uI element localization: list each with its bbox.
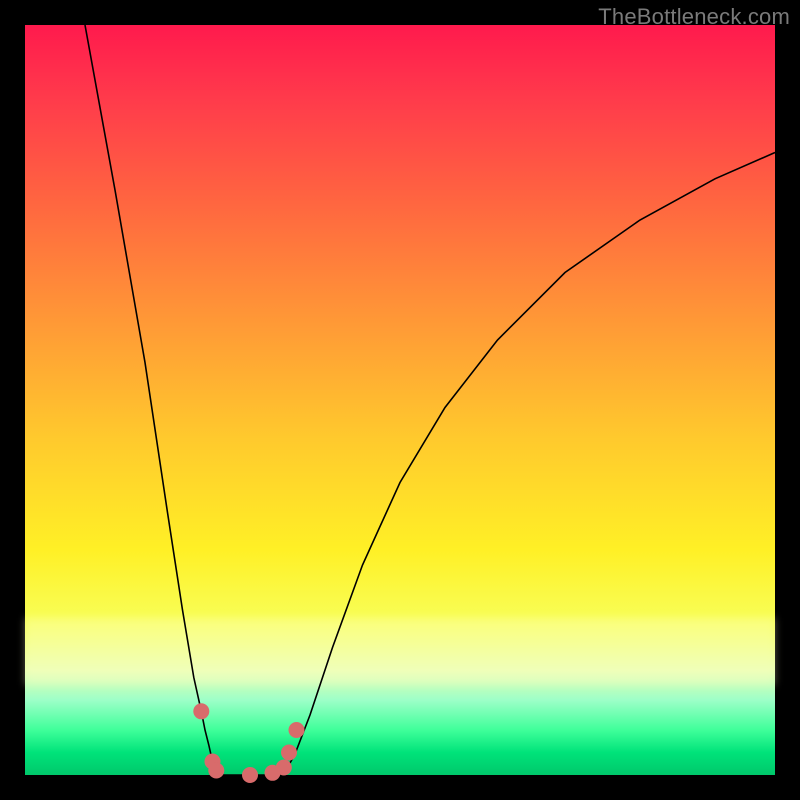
- data-points-group: [193, 703, 304, 783]
- chart-plot-area: [25, 25, 775, 775]
- data-point: [242, 767, 258, 783]
- data-point: [208, 763, 224, 779]
- chart-svg: [25, 25, 775, 775]
- data-point: [281, 745, 297, 761]
- watermark-text: TheBottleneck.com: [598, 4, 790, 30]
- data-point: [193, 703, 209, 719]
- data-point: [276, 760, 292, 776]
- data-point: [289, 722, 305, 738]
- bottleneck-curve: [85, 25, 775, 775]
